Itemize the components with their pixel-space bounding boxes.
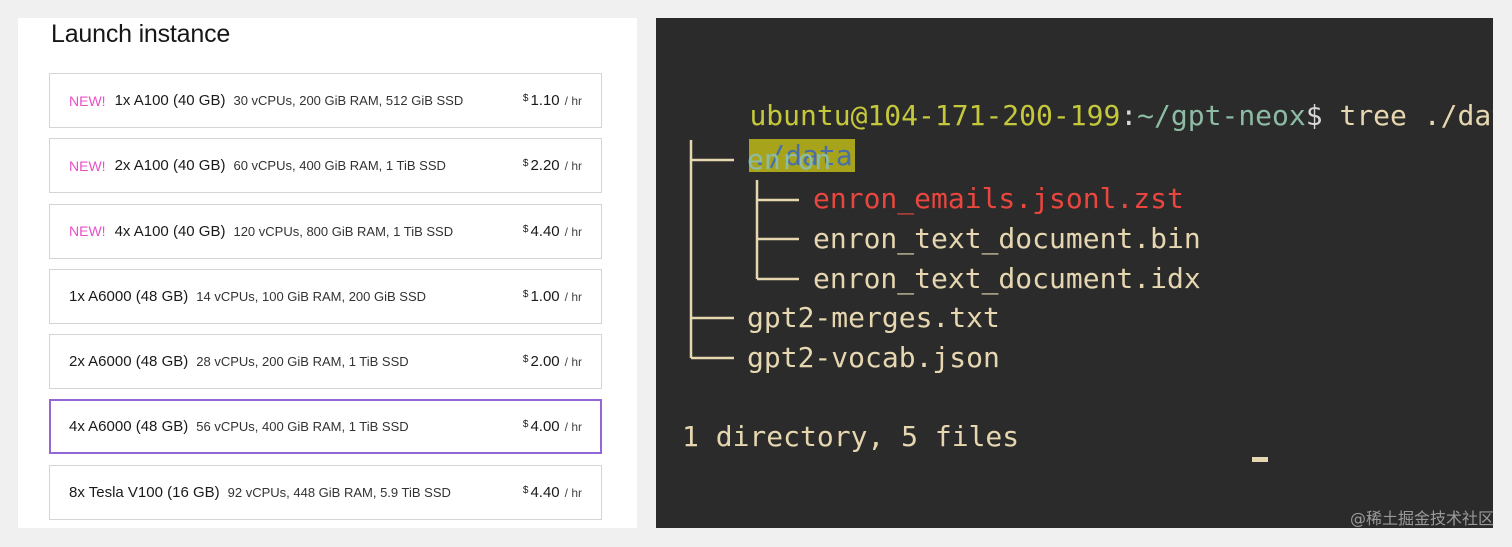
- new-badge: NEW!: [69, 157, 106, 174]
- instance-option-1x-a6000[interactable]: 1x A6000 (48 GB) 14 vCPUs, 100 GiB RAM, …: [49, 268, 602, 324]
- prompt-colon: :: [1120, 99, 1138, 132]
- command-text: tree ./data: [1339, 99, 1493, 132]
- price-amount: 2.00: [530, 353, 560, 371]
- price-amount: 1.00: [530, 287, 560, 305]
- new-badge: NEW!: [69, 223, 106, 240]
- price-unit: / hr: [564, 224, 582, 239]
- instance-specs: 28 vCPUs, 200 GiB RAM, 1 TiB SSD: [196, 354, 409, 370]
- instance-name: 2x A100 (40 GB): [114, 157, 226, 175]
- instance-name: 1x A100 (40 GB): [114, 92, 226, 109]
- instance-price: $ 1.10 / hr: [523, 92, 582, 109]
- instance-list: NEW! 1x A100 (40 GB) 30 vCPUs, 200 GiB R…: [49, 73, 602, 528]
- instance-price: $ 2.20 / hr: [523, 157, 582, 174]
- price-amount: 4.00: [530, 418, 560, 436]
- instance-price: $ 4.00 / hr: [523, 418, 582, 435]
- price-unit: / hr: [564, 159, 582, 174]
- currency-symbol: $: [522, 93, 529, 104]
- panel-title: Launch instance: [51, 20, 231, 48]
- instance-price: $ 2.00 / hr: [523, 353, 582, 370]
- price-unit: / hr: [564, 420, 582, 435]
- instance-name: 2x A6000 (48 GB): [69, 353, 189, 371]
- terminal-window[interactable]: ubuntu@104-171-200-199:~/gpt-neox$ tree …: [656, 18, 1493, 528]
- directory-enron: enron: [747, 143, 832, 176]
- file-gpt2-vocab: gpt2-vocab.json: [747, 341, 1000, 374]
- price-unit: / hr: [564, 355, 582, 370]
- instance-specs: 60 vCPUs, 400 GiB RAM, 1 TiB SSD: [233, 158, 446, 174]
- price-amount: 1.10: [530, 92, 560, 109]
- new-badge: NEW!: [69, 92, 106, 109]
- launch-instance-panel: Launch instance NEW! 1x A100 (40 GB) 30 …: [18, 18, 637, 528]
- instance-specs: 14 vCPUs, 100 GiB RAM, 200 GiB SSD: [196, 288, 427, 304]
- instance-specs: 56 vCPUs, 400 GiB RAM, 1 TiB SSD: [196, 419, 409, 435]
- price-unit: / hr: [564, 485, 582, 500]
- price-amount: 4.40: [530, 483, 560, 501]
- instance-specs: 120 vCPUs, 800 GiB RAM, 1 TiB SSD: [233, 223, 454, 239]
- price-amount: 2.20: [530, 157, 560, 175]
- instance-name: 4x A6000 (48 GB): [69, 418, 189, 436]
- prompt-dollar: $: [1305, 99, 1323, 132]
- terminal-cursor: [1252, 457, 1268, 462]
- currency-symbol: $: [522, 354, 529, 366]
- currency-symbol: $: [522, 223, 529, 235]
- file-enron-idx: enron_text_document.idx: [813, 262, 1201, 295]
- currency-symbol: $: [522, 484, 529, 496]
- instance-name: 8x Tesla V100 (16 GB): [69, 483, 220, 501]
- file-enron-bin: enron_text_document.bin: [813, 222, 1201, 255]
- file-gpt2-merges: gpt2-merges.txt: [747, 301, 1000, 334]
- price-amount: 4.40: [530, 222, 560, 240]
- price-unit: / hr: [564, 94, 582, 108]
- file-enron-emails: enron_emails.jsonl.zst: [813, 182, 1184, 215]
- currency-symbol: $: [522, 419, 529, 431]
- instance-option-1x-a100[interactable]: NEW! 1x A100 (40 GB) 30 vCPUs, 200 GiB R…: [49, 73, 602, 128]
- instance-specs: 30 vCPUs, 200 GiB RAM, 512 GiB SSD: [233, 93, 464, 108]
- watermark: @稀土掘金技术社区: [1349, 509, 1494, 528]
- instance-price: $ 4.40 / hr: [523, 484, 582, 501]
- instance-specs: 92 vCPUs, 448 GiB RAM, 5.9 TiB SSD: [227, 484, 451, 500]
- instance-price: $ 4.40 / hr: [523, 223, 582, 240]
- prompt-path: ~/gpt-neox: [1137, 99, 1306, 132]
- price-unit: / hr: [564, 289, 582, 304]
- instance-option-2x-a6000[interactable]: 2x A6000 (48 GB) 28 vCPUs, 200 GiB RAM, …: [49, 334, 602, 390]
- instance-name: 4x A100 (40 GB): [114, 222, 226, 240]
- instance-price: $ 1.00 / hr: [523, 288, 582, 305]
- instance-option-4x-a100[interactable]: NEW! 4x A100 (40 GB) 120 vCPUs, 800 GiB …: [49, 203, 602, 259]
- currency-symbol: $: [522, 158, 529, 170]
- currency-symbol: $: [522, 288, 529, 300]
- instance-option-8x-v100[interactable]: 8x Tesla V100 (16 GB) 92 vCPUs, 448 GiB …: [49, 464, 602, 520]
- instance-option-2x-a100[interactable]: NEW! 2x A100 (40 GB) 60 vCPUs, 400 GiB R…: [49, 138, 602, 194]
- tree-summary: 1 directory, 5 files: [682, 420, 1020, 453]
- instance-name: 1x A6000 (48 GB): [69, 287, 189, 305]
- instance-option-4x-a6000[interactable]: 4x A6000 (48 GB) 56 vCPUs, 400 GiB RAM, …: [49, 399, 602, 455]
